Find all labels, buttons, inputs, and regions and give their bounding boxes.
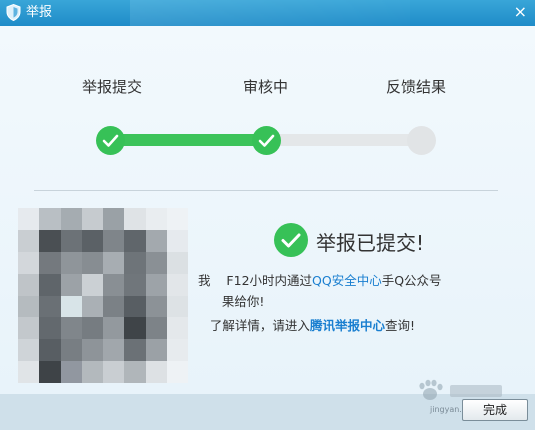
result-message-line-2: 果给你!	[198, 291, 265, 310]
mosaic-cell	[124, 361, 146, 383]
qq-security-center-link[interactable]: QQ安全中心	[312, 273, 382, 288]
mosaic-cell	[166, 229, 188, 252]
message-text: 查询!	[384, 318, 415, 333]
mosaic-cell	[124, 317, 146, 340]
mosaic-cell	[39, 295, 61, 318]
mosaic-cell	[18, 229, 40, 252]
message-text: 果给你!	[221, 294, 265, 309]
mosaic-cell	[60, 339, 82, 362]
check-icon	[281, 233, 301, 248]
mosaic-cell	[39, 251, 61, 274]
step-node-result	[407, 126, 436, 155]
mosaic-cell	[145, 339, 167, 362]
progress-track-pending	[266, 134, 422, 146]
mosaic-cell	[60, 361, 82, 383]
mosaic-cell	[145, 361, 167, 383]
mosaic-cell	[18, 251, 40, 274]
mosaic-cell	[39, 317, 61, 340]
check-icon	[258, 134, 275, 147]
mosaic-cell	[103, 229, 125, 252]
mosaic-cell	[145, 208, 167, 230]
mosaic-cell	[39, 339, 61, 362]
mosaic-cell	[18, 317, 40, 340]
mosaic-cell	[166, 208, 188, 230]
close-button[interactable]: ×	[514, 3, 527, 21]
mosaic-cell	[39, 229, 61, 252]
mosaic-cell	[60, 229, 82, 252]
mosaic-cell	[145, 251, 167, 274]
mosaic-cell	[39, 208, 61, 230]
title-bar: 举报 ×	[0, 0, 535, 26]
mosaic-cell	[166, 273, 188, 296]
mosaic-cell	[103, 361, 125, 383]
mosaic-cell	[124, 251, 146, 274]
message-text: 我	[198, 273, 211, 288]
shield-icon	[6, 4, 21, 21]
mosaic-cell	[39, 273, 61, 296]
mosaic-cell	[81, 361, 103, 383]
step-label-result: 反馈结果	[386, 78, 447, 96]
mosaic-cell	[81, 251, 103, 274]
mosaic-cell	[81, 208, 103, 230]
step-label-review: 审核中	[243, 78, 289, 96]
step-node-review	[252, 126, 281, 155]
mosaic-cell	[60, 317, 82, 340]
pixelated-image	[18, 208, 188, 383]
mosaic-cell	[60, 273, 82, 296]
mosaic-cell	[103, 208, 125, 230]
mosaic-cell	[166, 361, 188, 383]
mosaic-cell	[124, 208, 146, 230]
message-text: 手Q公众号	[381, 273, 442, 288]
mosaic-cell	[103, 317, 125, 340]
divider	[34, 190, 498, 191]
mosaic-cell	[124, 339, 146, 362]
mosaic-cell	[124, 229, 146, 252]
mosaic-cell	[103, 273, 125, 296]
result-message-line-1: 我 F12小时内通过QQ安全中心手Q公众号	[198, 270, 442, 289]
mosaic-cell	[60, 208, 82, 230]
mosaic-cell	[145, 229, 167, 252]
mosaic-cell	[81, 339, 103, 362]
message-text: F12小时内通过	[226, 273, 313, 288]
mosaic-cell	[166, 339, 188, 362]
mosaic-cell	[60, 251, 82, 274]
mosaic-cell	[18, 295, 40, 318]
window-title: 举报	[26, 5, 53, 20]
progress-track-done	[110, 134, 270, 146]
mosaic-cell	[145, 295, 167, 318]
tencent-report-center-link[interactable]: 腾讯举报中心	[310, 318, 385, 333]
message-text: 了解详情，请进入	[209, 318, 310, 333]
check-icon	[102, 134, 119, 147]
mosaic-cell	[81, 295, 103, 318]
mosaic-cell	[18, 273, 40, 296]
done-button[interactable]: 完成	[462, 399, 528, 421]
mosaic-cell	[124, 295, 146, 318]
mosaic-cell	[166, 295, 188, 318]
mosaic-cell	[18, 208, 40, 230]
mosaic-cell	[166, 317, 188, 340]
background-window-strip	[130, 0, 410, 26]
success-check-icon	[274, 223, 308, 257]
mosaic-cell	[81, 317, 103, 340]
mosaic-cell	[103, 251, 125, 274]
mosaic-cell	[60, 295, 82, 318]
step-label-submit: 举报提交	[82, 78, 143, 96]
mosaic-cell	[81, 273, 103, 296]
report-panel: 举报提交 审核中 反馈结果 举报已提交! 我 F12小时内通过QQ安全中心手Q公…	[0, 26, 535, 394]
mosaic-cell	[18, 361, 40, 383]
mosaic-cell	[124, 273, 146, 296]
mosaic-cell	[18, 339, 40, 362]
mosaic-cell	[145, 273, 167, 296]
mosaic-cell	[145, 317, 167, 340]
success-title: 举报已提交!	[316, 231, 425, 255]
mosaic-cell	[103, 295, 125, 318]
mosaic-cell	[81, 229, 103, 252]
step-node-submit	[96, 126, 125, 155]
mosaic-cell	[166, 251, 188, 274]
result-message-line-3: 了解详情，请进入腾讯举报中心查询!	[198, 315, 415, 334]
mosaic-cell	[39, 361, 61, 383]
mosaic-cell	[103, 339, 125, 362]
